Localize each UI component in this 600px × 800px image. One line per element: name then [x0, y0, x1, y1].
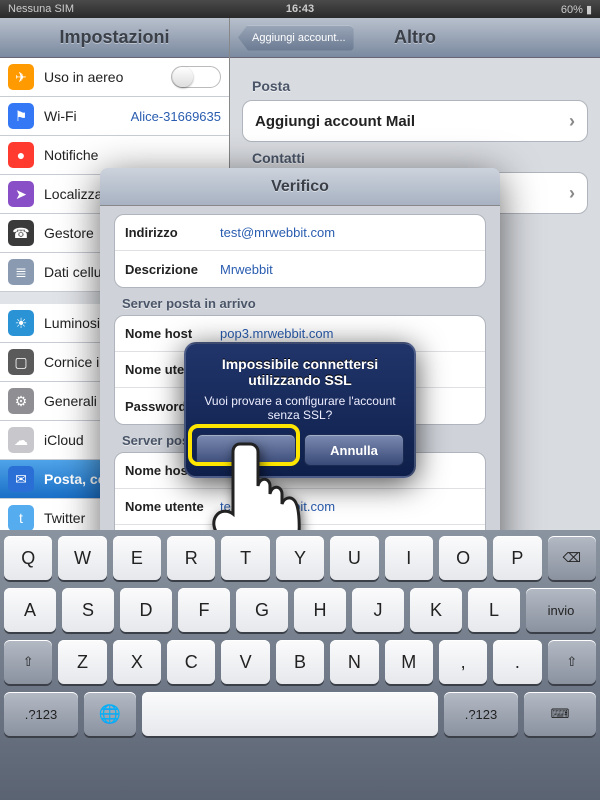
form-row[interactable]: DescrizioneMrwebbit [115, 251, 485, 287]
key-b[interactable]: B [276, 640, 324, 684]
key-numbers-right[interactable]: .?123 [444, 692, 518, 736]
key-s[interactable]: S [62, 588, 114, 632]
field-label: Descrizione [125, 262, 220, 277]
key-w[interactable]: W [58, 536, 106, 580]
ssl-error-alert: Impossibile connettersi utilizzando SSL … [184, 342, 416, 478]
key-.[interactable]: . [493, 640, 541, 684]
key-c[interactable]: C [167, 640, 215, 684]
field-value[interactable]: Mrwebbit [220, 262, 273, 277]
key-globe[interactable]: 🌐 [84, 692, 136, 736]
key-e[interactable]: E [113, 536, 161, 580]
key-t[interactable]: T [221, 536, 269, 580]
key-l[interactable]: L [468, 588, 520, 632]
key-n[interactable]: N [330, 640, 378, 684]
field-label: Indirizzo [125, 225, 220, 240]
key-f[interactable]: F [178, 588, 230, 632]
key-space[interactable] [142, 692, 438, 736]
key-j[interactable]: J [352, 588, 404, 632]
field-value[interactable]: pop3.mrwebbit.com [220, 326, 333, 341]
field-value[interactable]: test@mrwebbit.com [220, 225, 335, 240]
key-d[interactable]: D [120, 588, 172, 632]
field-label: Nome host [125, 326, 220, 341]
key-m[interactable]: M [385, 640, 433, 684]
key-z[interactable]: Z [58, 640, 106, 684]
key-o[interactable]: O [439, 536, 487, 580]
key-r[interactable]: R [167, 536, 215, 580]
form-row[interactable]: Indirizzotest@mrwebbit.com [115, 215, 485, 251]
key-y[interactable]: Y [276, 536, 324, 580]
key-g[interactable]: G [236, 588, 288, 632]
key-p[interactable]: P [493, 536, 541, 580]
alert-yes-button[interactable]: Sì [196, 434, 296, 466]
alert-title: Impossibile connettersi utilizzando SSL [196, 356, 404, 388]
onscreen-keyboard: QWERTYUIOP⌫ ASDFGHJKLinvio ⇧ZXCVBNM,.⇧ .… [0, 530, 600, 800]
key-shift[interactable]: ⇧ [4, 640, 52, 684]
form-row[interactable]: Nome utentetest@mrwebbit.com [115, 489, 485, 525]
key-k[interactable]: K [410, 588, 462, 632]
field-value[interactable]: test@mrwebbit.com [220, 499, 335, 514]
key-enter[interactable]: invio [526, 588, 596, 632]
key-numbers[interactable]: .?123 [4, 692, 78, 736]
key-q[interactable]: Q [4, 536, 52, 580]
alert-cancel-button[interactable]: Annulla [304, 434, 404, 466]
key-a[interactable]: A [4, 588, 56, 632]
key-x[interactable]: X [113, 640, 161, 684]
key-shift[interactable]: ⇧ [548, 640, 596, 684]
modal-title: Verifico [100, 168, 500, 206]
incoming-server-label: Server posta in arrivo [122, 296, 486, 311]
key-h[interactable]: H [294, 588, 346, 632]
key-backspace[interactable]: ⌫ [548, 536, 596, 580]
field-label: Nome utente [125, 499, 220, 514]
key-u[interactable]: U [330, 536, 378, 580]
key-hide[interactable]: ⌨ [524, 692, 596, 736]
key-i[interactable]: I [385, 536, 433, 580]
alert-message: Vuoi provare a configurare l'account sen… [196, 394, 404, 422]
key-v[interactable]: V [221, 640, 269, 684]
key-,[interactable]: , [439, 640, 487, 684]
